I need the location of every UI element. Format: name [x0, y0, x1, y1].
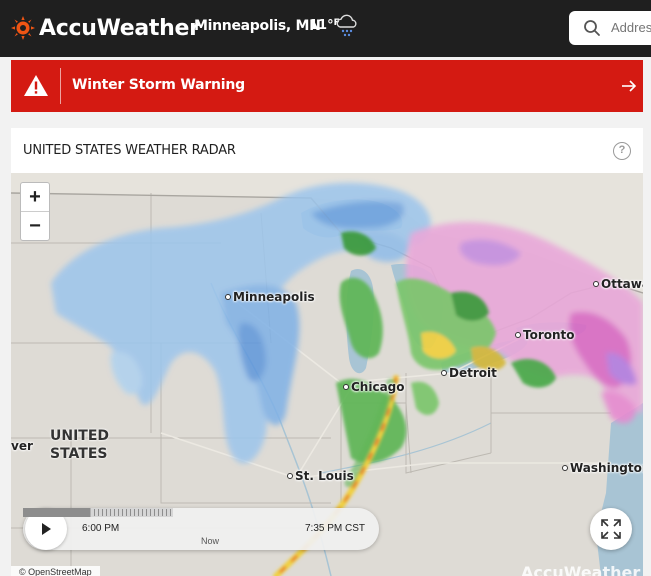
city-chicago[interactable]: Chicago: [343, 380, 405, 394]
city-marker: [225, 294, 231, 300]
city-marker: [593, 281, 599, 287]
city-marker: [515, 332, 521, 338]
city-label: Washington: [570, 461, 643, 475]
city-marker: [562, 465, 568, 471]
city-minneapolis[interactable]: Minneapolis: [225, 290, 315, 304]
top-header: AccuWeather Minneapolis, MN 11°F: [0, 0, 651, 57]
zoom-in-button[interactable]: +: [21, 183, 49, 212]
radar-map[interactable]: Minneapolis Chicago Detroit Toronto Otta…: [11, 173, 643, 576]
timeline-slider[interactable]: [23, 508, 173, 517]
winter-storm-warning-banner[interactable]: Winter Storm Warning: [11, 60, 643, 112]
now-label: Now: [201, 536, 220, 546]
sun-logo-icon: [11, 16, 35, 40]
city-marker: [441, 370, 447, 376]
city-label: Minneapolis: [233, 290, 315, 304]
city-marker: [343, 384, 349, 390]
city-label: Detroit: [449, 366, 497, 380]
zoom-control: + −: [20, 182, 50, 241]
city-toronto[interactable]: Toronto: [515, 328, 575, 342]
radar-title: UNITED STATES WEATHER RADAR: [23, 143, 236, 158]
city-washington[interactable]: Washington: [562, 461, 643, 475]
map-attribution[interactable]: © OpenStreetMap: [11, 566, 100, 576]
help-icon[interactable]: ?: [613, 142, 631, 160]
accuweather-logo[interactable]: AccuWeather: [11, 14, 200, 42]
search-input[interactable]: [611, 20, 651, 35]
search-box[interactable]: [569, 11, 651, 45]
city-label: Toronto: [523, 328, 575, 342]
radar-card-header: UNITED STATES WEATHER RADAR ?: [11, 128, 643, 173]
warning-triangle-icon: [24, 75, 48, 96]
zoom-out-button[interactable]: −: [21, 212, 49, 241]
accuweather-watermark: AccuWeather: [521, 563, 641, 576]
search-icon: [584, 20, 600, 36]
city-label: Chicago: [351, 380, 405, 394]
city-label: St. Louis: [295, 469, 354, 483]
snow-cloud-icon: [334, 13, 360, 39]
partial-city-label: ver: [11, 439, 33, 453]
fullscreen-button[interactable]: [590, 508, 632, 550]
temperature-value: 11°: [309, 18, 334, 33]
current-location[interactable]: Minneapolis, MN: [194, 18, 321, 34]
country-line-1: UNITED: [50, 428, 110, 444]
country-line-2: STATES: [50, 446, 108, 462]
warning-label: Winter Storm Warning: [72, 77, 245, 93]
city-label: Ottawa: [601, 277, 643, 291]
city-marker: [287, 473, 293, 479]
country-label: UNITED STATES: [50, 427, 109, 463]
expand-icon: [601, 519, 621, 539]
city-detroit[interactable]: Detroit: [441, 366, 497, 380]
timeline-progress: [23, 508, 91, 517]
arrow-right-icon: [622, 80, 637, 92]
radar-animation-player: 6:00 PM Now 7:35 PM CST: [23, 508, 379, 550]
city-ottawa[interactable]: Ottawa: [593, 277, 643, 291]
city-st-louis[interactable]: St. Louis: [287, 469, 354, 483]
banner-divider: [60, 68, 61, 104]
start-time: 6:00 PM: [82, 523, 120, 534]
end-time: 7:35 PM CST: [305, 523, 366, 534]
brand-name: AccuWeather: [39, 15, 200, 41]
